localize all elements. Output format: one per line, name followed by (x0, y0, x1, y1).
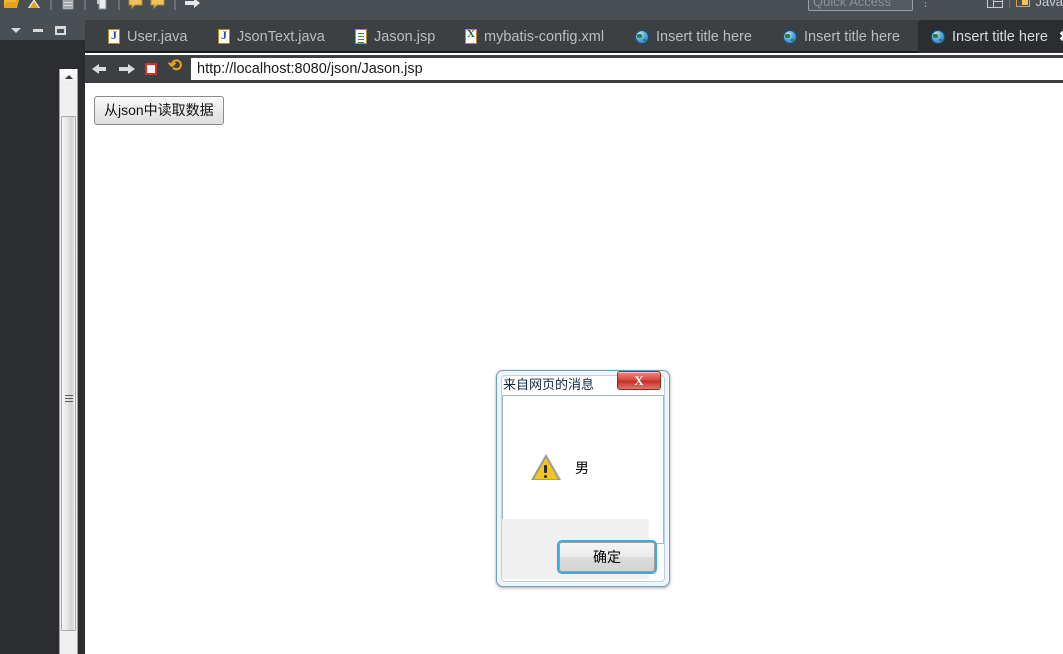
dialog-message-text: 男 (575, 459, 589, 476)
tab-label: User.java (127, 28, 188, 45)
address-input[interactable]: http://localhost:8080/json/Jason.jsp (191, 58, 1063, 80)
tab-label: Insert title here (656, 28, 752, 45)
web-browser-icon (783, 29, 797, 44)
comment-icon[interactable] (126, 0, 146, 13)
ok-button[interactable]: 确定 (559, 542, 655, 572)
warning-triangle-icon (531, 454, 561, 481)
tab-label: JsonText.java (237, 28, 325, 45)
java-perspective-icon[interactable] (1015, 0, 1030, 7)
java-file-icon (218, 28, 230, 44)
tab-label: Jason.jsp (374, 28, 436, 45)
editor-tab-jason-jsp[interactable]: Jason.jsp (342, 20, 448, 53)
left-stack-scrollbar[interactable] (59, 69, 78, 654)
perspective-separator (1008, 0, 1010, 8)
web-browser-icon (931, 29, 945, 44)
forward-arrow-icon[interactable] (116, 59, 136, 79)
close-icon[interactable]: X (617, 371, 661, 390)
editor-tab-jsontext-java[interactable]: JsonText.java (205, 20, 338, 53)
scrollbar-thumb[interactable] (61, 116, 76, 631)
java-file-icon (108, 28, 120, 44)
editor-tab-user-java[interactable]: User.java (95, 20, 200, 53)
view-menu-chevron-down-icon[interactable] (9, 23, 23, 37)
minimize-icon[interactable] (31, 23, 45, 37)
dialog-message-row: 男 (531, 454, 589, 481)
editor-tab-insert-title-here-2[interactable]: Insert title here (770, 20, 913, 53)
xml-file-icon (465, 28, 477, 44)
webpage-message-dialog: 来自网页的消息 X 男 确定 (496, 370, 670, 587)
debug-icon[interactable] (58, 0, 78, 13)
forward-arrow-icon[interactable] (182, 0, 202, 13)
scroll-up-arrow-icon[interactable] (60, 69, 77, 85)
left-view-stack (0, 20, 85, 654)
web-browser-icon (635, 29, 649, 44)
quick-access-overflow-icon[interactable]: ⋮ (920, 0, 931, 9)
tab-label: mybatis-config.xml (484, 28, 605, 45)
left-stack-header (0, 20, 85, 40)
ide-toolbar: Quick Access ⋮ Java (0, 0, 1063, 20)
open-folder-icon[interactable] (2, 0, 22, 13)
run-icon[interactable] (24, 0, 44, 13)
jsp-file-icon (355, 29, 367, 44)
stop-icon[interactable] (141, 59, 161, 79)
read-json-button[interactable]: 从json中读取数据 (94, 96, 224, 125)
dialog-footer: 确定 (502, 519, 655, 579)
screen: Quick Access ⋮ Java J User.java J JsonTe… (0, 0, 1063, 654)
close-icon[interactable]: ✖ (1059, 28, 1063, 45)
back-arrow-icon[interactable] (91, 59, 111, 79)
quick-access-input[interactable]: Quick Access (808, 0, 913, 11)
comment-alt-icon[interactable] (148, 0, 168, 13)
toolbar-separator (84, 0, 86, 10)
new-icon[interactable] (92, 0, 112, 13)
refresh-icon[interactable] (166, 59, 186, 79)
dialog-title: 来自网页的消息 (503, 377, 595, 392)
scrollbar-grip-icon (65, 395, 73, 402)
editor-tab-bar: User.java JsonText.java Jason.jsp mybati… (85, 20, 1063, 53)
editor-tab-insert-title-here-3-active[interactable]: Insert title here ✖ (918, 20, 1063, 53)
tab-label: Insert title here (952, 28, 1048, 45)
perspective-label: Java (1035, 0, 1063, 9)
tab-label: Insert title here (804, 28, 900, 45)
browser-toolbar: http://localhost:8080/json/Jason.jsp (85, 55, 1063, 83)
editor-tab-mybatis-config-xml[interactable]: mybatis-config.xml (452, 20, 617, 53)
perspective-bar: Java (986, 0, 1063, 11)
toolbar-separator (174, 0, 176, 10)
ide-toolbar-icon-group (0, 0, 202, 14)
restore-icon[interactable] (53, 23, 67, 37)
toolbar-separator (118, 0, 120, 10)
open-perspective-icon[interactable] (986, 0, 1003, 8)
dialog-title-bar[interactable]: 来自网页的消息 X (497, 371, 663, 393)
toolbar-separator (50, 0, 52, 10)
editor-tab-insert-title-here-1[interactable]: Insert title here (622, 20, 765, 53)
